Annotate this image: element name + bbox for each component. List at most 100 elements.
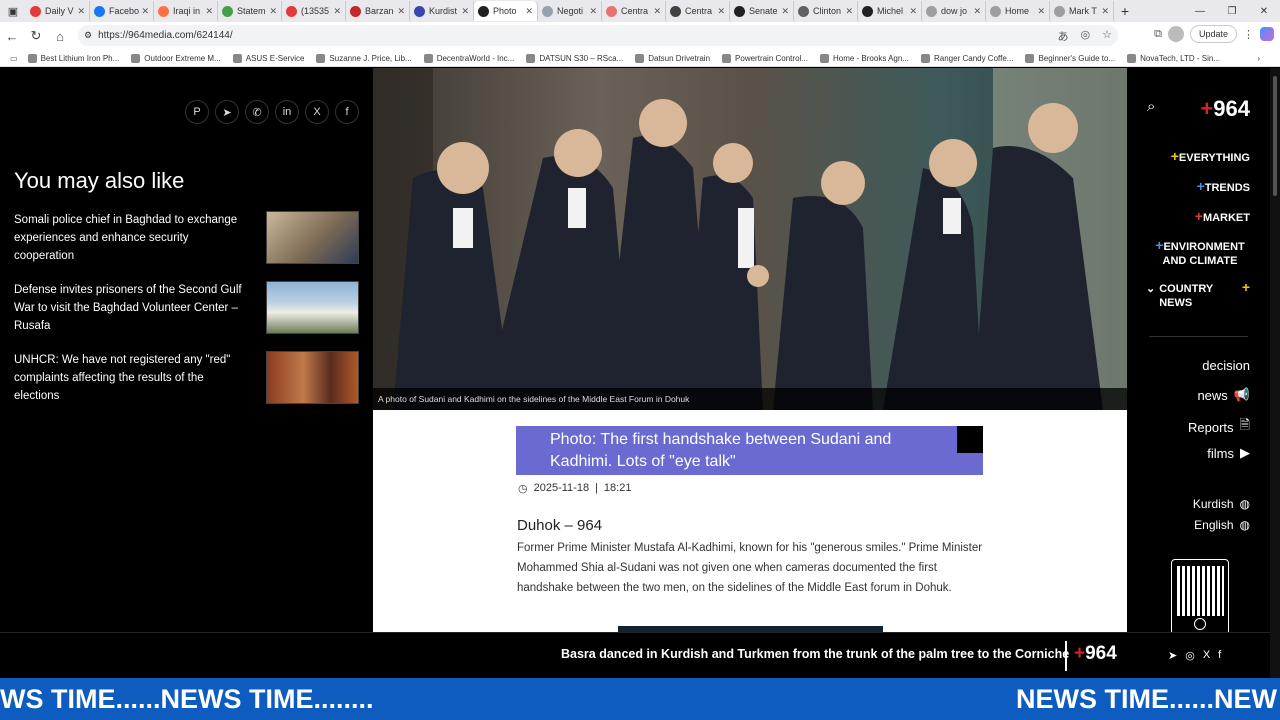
related-item[interactable]: Somali police chief in Baghdad to exchan… <box>14 211 359 265</box>
nav-films[interactable]: films ▶ <box>1207 445 1250 461</box>
related-thumbnail[interactable] <box>266 211 359 264</box>
related-thumbnail[interactable] <box>266 351 359 404</box>
site-info-icon[interactable]: ⚙ <box>84 30 92 41</box>
lang-english[interactable]: English ◍ <box>1194 518 1250 532</box>
tab-close-icon[interactable]: ✕ <box>1101 6 1109 17</box>
browser-tab[interactable]: Kurdist ✕ <box>410 1 474 21</box>
facebook-icon[interactable]: f <box>1218 649 1221 662</box>
extensions-icon[interactable]: ⧉ <box>1154 28 1162 41</box>
tab-close-icon[interactable]: ✕ <box>717 6 725 17</box>
more-menu-icon[interactable]: ⋮ <box>1243 28 1254 41</box>
tab-close-icon[interactable]: ✕ <box>973 6 981 17</box>
search-icon[interactable]: ⌕ <box>1147 98 1155 115</box>
translate-icon[interactable]: あ <box>1058 28 1069 44</box>
copilot-icon[interactable] <box>1260 27 1274 41</box>
tab-close-icon[interactable]: ✕ <box>781 6 789 17</box>
menu-country-news[interactable]: ⌄ COUNTRY NEWS + <box>1146 280 1250 310</box>
tab-close-icon[interactable]: ✕ <box>845 6 853 17</box>
browser-tab[interactable]: dow jo ✕ <box>922 1 986 21</box>
reader-icon[interactable]: ◎ <box>1081 28 1091 44</box>
scrollbar-thumb[interactable] <box>1273 76 1277 196</box>
tab-close-icon[interactable]: ✕ <box>525 6 533 17</box>
pinterest-icon[interactable]: P <box>185 100 209 124</box>
bookmark-item[interactable]: Datsun Drivetrain <box>635 53 710 63</box>
related-title[interactable]: Somali police chief in Baghdad to exchan… <box>14 211 244 265</box>
browser-tab[interactable]: Home ✕ <box>986 1 1050 21</box>
bookmark-item[interactable]: ASUS E-Service <box>232 53 304 63</box>
apps-icon[interactable]: ▭ <box>10 54 18 63</box>
tab-close-icon[interactable]: ✕ <box>1037 6 1045 17</box>
tab-close-icon[interactable]: ✕ <box>461 6 469 17</box>
back-icon[interactable]: ← <box>0 24 24 48</box>
facebook-icon[interactable]: f <box>335 100 359 124</box>
browser-tab[interactable]: Facebo ✕ <box>90 1 154 21</box>
plus-icon[interactable]: + <box>1242 280 1250 294</box>
bottom-headline[interactable]: Basra danced in Kurdish and Turkmen from… <box>561 647 1069 661</box>
bookmark-item[interactable]: Beginner's Guide to... <box>1025 53 1115 63</box>
x-icon[interactable]: X <box>1203 649 1210 662</box>
browser-tab[interactable]: Barzan ✕ <box>346 1 410 21</box>
telegram-icon[interactable]: ➤ <box>215 100 239 124</box>
x-icon[interactable]: X <box>305 100 329 124</box>
tab-close-icon[interactable]: ✕ <box>333 6 341 17</box>
browser-tab[interactable]: Photo ✕ <box>474 1 538 21</box>
related-item[interactable]: Defense invites prisoners of the Second … <box>14 281 359 335</box>
bookmark-item[interactable]: Powertrain Control... <box>722 53 808 63</box>
bookmark-item[interactable]: DATSUN S30 – RSca... <box>526 53 623 63</box>
update-button[interactable]: Update <box>1189 25 1237 43</box>
related-title[interactable]: Defense invites prisoners of the Second … <box>14 281 244 335</box>
tab-close-icon[interactable]: ✕ <box>589 6 597 17</box>
browser-tab[interactable]: (13535 ✕ <box>282 1 346 21</box>
menu-everything[interactable]: +EVERYTHING <box>1171 148 1250 164</box>
url-input[interactable]: ⚙ https://964media.com/624144/ あ ◎ ☆ <box>78 25 1118 46</box>
nav-reports[interactable]: Reports 🗎 <box>1188 416 1250 438</box>
browser-tab[interactable]: Iraqi in ✕ <box>154 1 218 21</box>
tab-close-icon[interactable]: ✕ <box>205 6 213 17</box>
profile-avatar[interactable] <box>1167 26 1184 42</box>
menu-trends[interactable]: +TRENDS <box>1197 178 1250 194</box>
browser-tab[interactable]: Statem ✕ <box>218 1 282 21</box>
tab-close-icon[interactable]: ✕ <box>141 6 149 17</box>
browser-tab[interactable]: Daily V ✕ <box>26 1 90 21</box>
menu-market[interactable]: +MARKET <box>1195 208 1250 224</box>
bookmark-star-icon[interactable]: ☆ <box>1102 28 1112 44</box>
tab-close-icon[interactable]: ✕ <box>269 6 277 17</box>
browser-tab[interactable]: Negoti ✕ <box>538 1 602 21</box>
lang-kurdish[interactable]: Kurdish ◍ <box>1193 497 1250 511</box>
window-menu-icon[interactable]: ▣ <box>0 0 26 22</box>
related-item[interactable]: UNHCR: We have not registered any "red" … <box>14 351 359 405</box>
bookmark-item[interactable]: DecentraWorld - Inc... <box>423 53 514 63</box>
linkedin-icon[interactable]: in <box>275 100 299 124</box>
browser-tab[interactable]: Michel ✕ <box>858 1 922 21</box>
browser-tab[interactable]: Clinton ✕ <box>794 1 858 21</box>
home-icon[interactable]: ⌂ <box>48 24 72 48</box>
bookmark-item[interactable]: Best Lithium Iron Ph... <box>27 53 119 63</box>
browser-tab[interactable]: Senate ✕ <box>730 1 794 21</box>
minimize-icon[interactable]: — <box>1184 0 1216 22</box>
menu-environment[interactable]: +ENVIRONMENT AND CLIMATE <box>1150 238 1250 268</box>
maximize-icon[interactable]: ❐ <box>1216 0 1248 22</box>
bottom-logo[interactable]: +964 <box>1074 643 1117 665</box>
bookmarks-overflow-icon[interactable]: › <box>1257 54 1260 63</box>
browser-tab[interactable]: Centra ✕ <box>602 1 666 21</box>
qr-code-widget[interactable] <box>1171 559 1229 635</box>
instagram-icon[interactable]: ◎ <box>1185 649 1195 662</box>
close-window-icon[interactable]: ✕ <box>1248 0 1280 22</box>
bookmark-item[interactable]: Ranger Candy Coffe... <box>921 53 1013 63</box>
whatsapp-icon[interactable]: ✆ <box>245 100 269 124</box>
browser-tab[interactable]: Centra ✕ <box>666 1 730 21</box>
related-thumbnail[interactable] <box>266 281 359 334</box>
page-scrollbar[interactable] <box>1270 68 1280 678</box>
bookmark-item[interactable]: Outdoor Extreme M... <box>131 53 221 63</box>
new-tab-button[interactable]: + <box>1114 3 1136 19</box>
telegram-icon[interactable]: ➤ <box>1168 649 1177 662</box>
bookmark-item[interactable]: Suzanne J. Price, Lib... <box>316 53 412 63</box>
qr-toggle-icon[interactable] <box>1194 618 1206 630</box>
bookmark-item[interactable]: NovaTech, LTD - Sin... <box>1127 53 1220 63</box>
browser-tab[interactable]: Mark T ✕ <box>1050 1 1114 21</box>
tab-close-icon[interactable]: ✕ <box>397 6 405 17</box>
related-title[interactable]: UNHCR: We have not registered any "red" … <box>14 351 244 405</box>
reload-icon[interactable]: ↻ <box>24 24 48 48</box>
nav-decision[interactable]: decision <box>1202 358 1250 373</box>
tab-close-icon[interactable]: ✕ <box>909 6 917 17</box>
